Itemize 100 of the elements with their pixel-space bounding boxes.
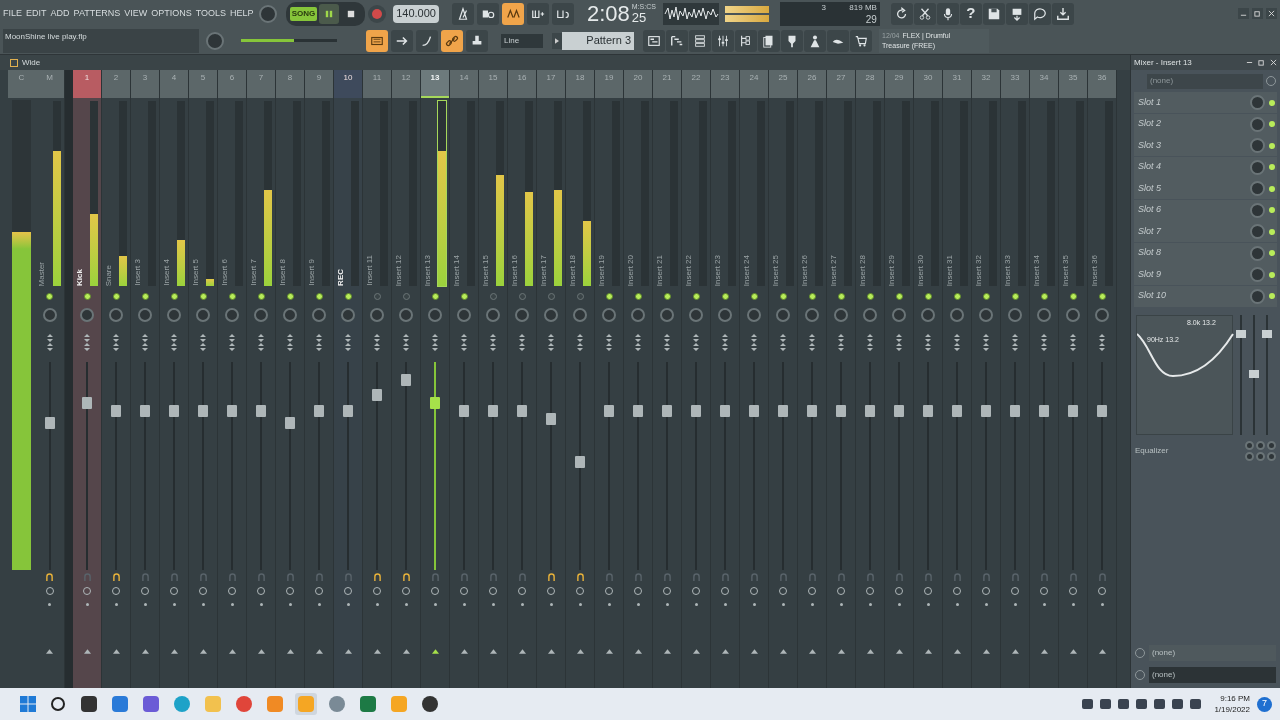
knob[interactable] [254, 307, 268, 322]
fader-handle[interactable] [633, 405, 643, 418]
fader-handle[interactable] [662, 405, 672, 418]
knob[interactable] [196, 307, 210, 322]
fader-handle[interactable] [256, 405, 266, 418]
knob[interactable] [1250, 288, 1265, 304]
knob[interactable] [1250, 138, 1265, 153]
toolbar-button[interactable] [551, 2, 574, 25]
fader-handle[interactable] [894, 405, 904, 418]
knob[interactable] [138, 307, 152, 322]
taskbar-app[interactable] [78, 693, 100, 715]
track-number[interactable]: 6 [218, 70, 246, 98]
send-arrow-icon[interactable] [634, 649, 642, 654]
track-number[interactable]: 24 [740, 70, 768, 98]
fader-handle[interactable] [836, 405, 846, 418]
menu-item[interactable]: OPTIONS [151, 6, 192, 21]
send-arrow-icon[interactable] [170, 649, 178, 654]
mute-switch[interactable] [605, 293, 613, 300]
track-number[interactable]: 15 [479, 70, 507, 98]
send-arrow-icon[interactable] [866, 649, 874, 654]
link-arch-icon[interactable] [576, 572, 584, 582]
send-arrow-icon[interactable] [982, 649, 990, 654]
track-number[interactable]: 25 [769, 70, 797, 98]
toolbar-button[interactable] [689, 29, 711, 52]
track-number[interactable]: 30 [914, 70, 942, 98]
knob[interactable] [979, 307, 993, 322]
menu-item[interactable]: VIEW [124, 6, 148, 21]
knob[interactable] [312, 307, 326, 322]
mute-switch[interactable] [344, 293, 352, 300]
send-arrow-icon[interactable] [83, 649, 91, 654]
knob[interactable] [1250, 202, 1265, 218]
toolbar-button[interactable] [982, 2, 1005, 25]
effect-slot[interactable]: Slot 2 [1134, 113, 1277, 135]
fader-handle[interactable] [807, 405, 817, 418]
knob[interactable] [258, 4, 277, 23]
send-arrow-icon[interactable] [518, 649, 526, 654]
track-number[interactable]: 1 [73, 70, 101, 98]
knob[interactable] [805, 307, 819, 322]
notification-badge[interactable]: 7 [1257, 696, 1272, 712]
mute-switch[interactable] [402, 293, 410, 300]
knob[interactable] [341, 307, 355, 322]
knob[interactable] [80, 307, 94, 322]
fader-handle[interactable] [459, 405, 469, 418]
toolbar-button[interactable]: ? [959, 2, 982, 25]
effect-slot[interactable]: Slot 4 [1134, 156, 1277, 178]
link-arch-icon[interactable] [112, 572, 120, 582]
send-arrow-icon[interactable] [199, 649, 207, 654]
slider-handle[interactable] [1236, 330, 1246, 338]
fader-handle[interactable] [749, 405, 759, 418]
knob[interactable] [167, 307, 181, 322]
knob[interactable] [747, 307, 761, 322]
knob[interactable] [921, 307, 935, 322]
toolbar-button[interactable] [804, 29, 826, 52]
knob[interactable] [1037, 307, 1051, 322]
mute-switch[interactable] [199, 293, 207, 300]
fader-handle[interactable] [488, 405, 498, 418]
send-arrow-icon[interactable] [46, 649, 53, 654]
send-arrow-icon[interactable] [924, 649, 932, 654]
mute-switch[interactable] [692, 293, 700, 300]
track-number[interactable]: 14 [450, 70, 478, 98]
fader-handle[interactable] [1039, 405, 1049, 418]
mute-switch[interactable] [895, 293, 903, 300]
knob[interactable] [834, 307, 848, 322]
track-number[interactable]: 22 [682, 70, 710, 98]
fader-handle[interactable] [778, 405, 788, 418]
knob[interactable] [428, 307, 442, 322]
fader-handle[interactable] [285, 416, 295, 429]
mute-switch[interactable] [982, 293, 990, 300]
fader-handle[interactable] [1010, 405, 1020, 418]
track-number[interactable]: 34 [1030, 70, 1058, 98]
fader-handle[interactable] [720, 405, 730, 418]
send-arrow-icon[interactable] [721, 649, 729, 654]
mute-switch[interactable] [866, 293, 874, 300]
effect-slot[interactable]: Slot 5 [1134, 178, 1277, 199]
mute-switch[interactable] [257, 293, 265, 300]
knob[interactable] [950, 307, 964, 322]
mute-switch[interactable] [837, 293, 845, 300]
fader-handle[interactable] [44, 416, 55, 429]
send-arrow-icon[interactable] [547, 649, 555, 654]
output-dropdown[interactable]: (none) [1149, 645, 1276, 661]
send-arrow-icon[interactable] [953, 649, 961, 654]
toolbar-button[interactable] [526, 2, 549, 25]
fader-handle[interactable] [343, 405, 353, 418]
send-arrow-icon[interactable] [837, 649, 845, 654]
slider-handle[interactable] [1262, 330, 1272, 338]
menu-item[interactable]: TOOLS [195, 6, 227, 21]
mute-switch[interactable] [431, 293, 439, 300]
send-arrow-icon[interactable] [576, 649, 584, 654]
pattern-selector[interactable]: Pattern 3 [562, 31, 634, 50]
track-number[interactable]: 7 [247, 70, 275, 98]
master-volume-slider[interactable] [241, 39, 337, 42]
knob[interactable] [863, 307, 877, 322]
send-arrow-icon[interactable] [1098, 649, 1106, 654]
track-number[interactable]: 21 [653, 70, 681, 98]
send-arrow-icon[interactable] [344, 649, 352, 654]
mute-switch[interactable] [779, 293, 787, 300]
mute-switch[interactable] [576, 293, 584, 300]
fader-handle[interactable] [981, 405, 991, 418]
mute-switch[interactable] [489, 293, 497, 300]
mute-switch[interactable] [808, 293, 816, 300]
